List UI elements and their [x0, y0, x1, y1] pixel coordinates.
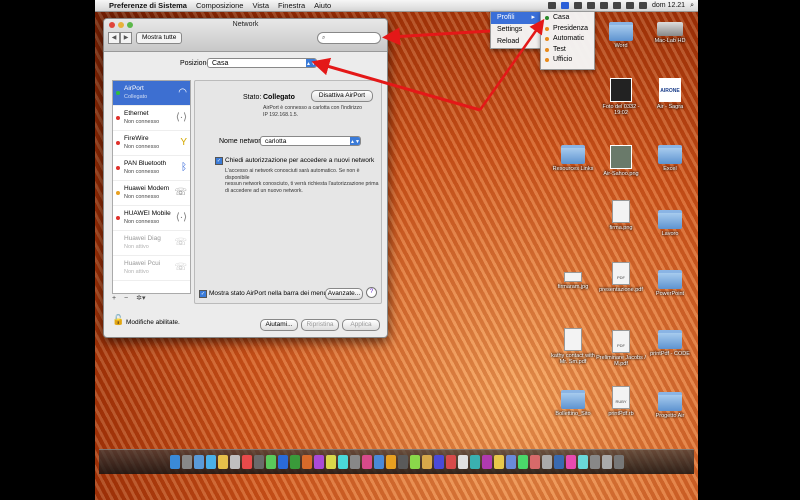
- arrow-to-search: [382, 27, 491, 46]
- desktop: Preferenze di Sistema Composizione Vista…: [95, 0, 698, 500]
- annotation-arrows: [311, 18, 545, 112]
- arrow-to-location: [311, 57, 481, 112]
- arrow-to-menu: [478, 18, 545, 111]
